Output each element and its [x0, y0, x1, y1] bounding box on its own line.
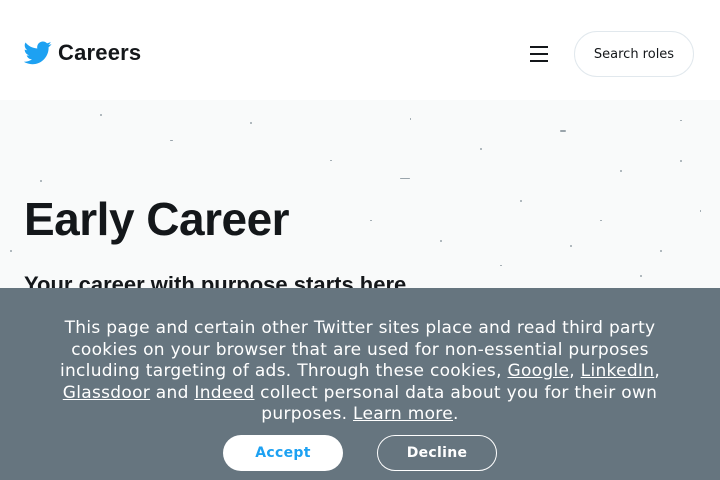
cookie-separator: and: [150, 382, 195, 403]
indeed-link[interactable]: Indeed: [194, 383, 254, 403]
decline-cookies-button[interactable]: Decline: [377, 435, 497, 471]
page-title: Early Career: [24, 193, 290, 245]
hamburger-menu-icon: [530, 53, 548, 55]
site-header: Careers Search roles: [0, 0, 720, 100]
careers-title: Careers: [58, 40, 142, 65]
cookie-separator: ,: [654, 361, 661, 381]
glassdoor-link[interactable]: Glassdoor: [63, 383, 150, 403]
twitter-bird-icon: [24, 41, 52, 65]
search-roles-button[interactable]: Search roles: [574, 31, 694, 77]
learn-more-link[interactable]: Learn more: [353, 404, 453, 424]
cookie-consent-banner: This page and certain other Twitter site…: [0, 288, 720, 480]
cookie-period: .: [452, 404, 459, 424]
google-link[interactable]: Google: [507, 361, 569, 381]
cookie-message: This page and certain other Twitter site…: [40, 318, 680, 426]
careers-logo[interactable]: Careers: [24, 40, 141, 66]
hamburger-menu-icon: [530, 60, 548, 62]
cookie-separator: ,: [569, 361, 575, 381]
accept-cookies-button[interactable]: Accept: [223, 435, 343, 471]
hamburger-menu-icon: [530, 46, 548, 48]
linkedin-link[interactable]: LinkedIn: [581, 361, 655, 381]
menu-button[interactable]: [526, 42, 552, 66]
